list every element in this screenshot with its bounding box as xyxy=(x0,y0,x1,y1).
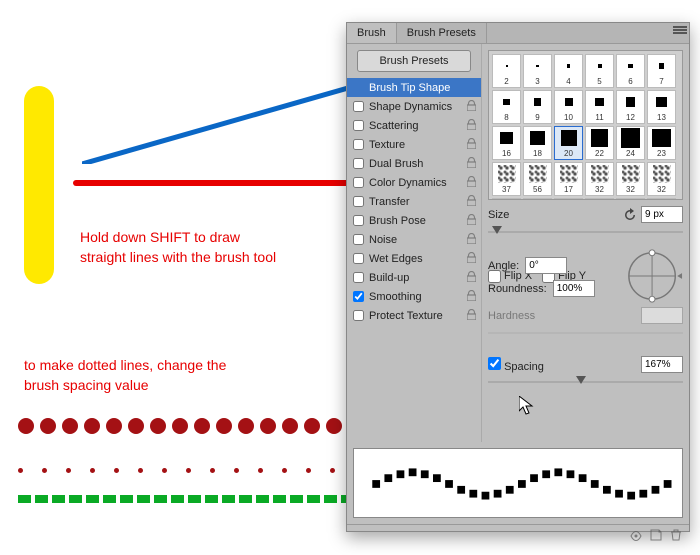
option-texture[interactable]: Texture xyxy=(347,135,481,154)
brush-options-sidebar: Brush Presets Brush Tip ShapeShape Dynam… xyxy=(347,44,482,442)
stroke-preview xyxy=(353,448,683,518)
option-smoothing[interactable]: Smoothing xyxy=(347,287,481,306)
lock-icon[interactable] xyxy=(467,309,476,320)
brush-thumb[interactable]: 3 xyxy=(523,54,552,88)
option-dual-brush[interactable]: Dual Brush xyxy=(347,154,481,173)
brush-thumb[interactable]: 32 xyxy=(647,162,676,196)
option-transfer[interactable]: Transfer xyxy=(347,192,481,211)
option-wet-edges[interactable]: Wet Edges xyxy=(347,249,481,268)
reset-size-icon[interactable] xyxy=(623,208,637,222)
note-spacing: to make dotted lines, change the brush s… xyxy=(24,356,226,395)
brush-thumb[interactable]: 37 xyxy=(492,162,521,196)
brush-thumb[interactable]: 4 xyxy=(554,54,583,88)
hardness-slider xyxy=(488,326,683,340)
angle-label: Angle: xyxy=(488,260,519,272)
brush-thumb[interactable]: 14 xyxy=(523,198,552,200)
option-brush-pose[interactable]: Brush Pose xyxy=(347,211,481,230)
brush-thumb[interactable]: 17 xyxy=(554,162,583,196)
lock-icon[interactable] xyxy=(467,271,476,282)
new-preset-icon[interactable] xyxy=(649,528,663,542)
brush-thumb[interactable]: 32 xyxy=(585,162,614,196)
lock-icon[interactable] xyxy=(467,252,476,263)
angle-field[interactable] xyxy=(525,257,567,274)
brush-thumb[interactable]: 23 xyxy=(647,126,676,160)
brush-panel: Brush Brush Presets Brush Presets Brush … xyxy=(346,22,690,532)
option-scattering[interactable]: Scattering xyxy=(347,116,481,135)
brush-thumb[interactable]: 24 xyxy=(554,198,583,200)
brush-thumb[interactable]: 8 xyxy=(492,90,521,124)
brush-thumb[interactable]: 32 xyxy=(616,162,645,196)
spacing-checkbox[interactable]: Spacing xyxy=(488,357,544,373)
brush-thumb[interactable]: 18 xyxy=(523,126,552,160)
brush-thumb[interactable]: 56 xyxy=(523,162,552,196)
trash-icon[interactable] xyxy=(669,528,683,542)
option-shape-dynamics[interactable]: Shape Dynamics xyxy=(347,97,481,116)
brush-thumbnail-grid[interactable]: 2345678910111213161820222423375617323232… xyxy=(488,50,683,200)
lock-icon[interactable] xyxy=(467,100,476,111)
angle-roundness-dial[interactable] xyxy=(625,247,683,305)
option-color-dynamics[interactable]: Color Dynamics xyxy=(347,173,481,192)
lock-icon[interactable] xyxy=(467,119,476,130)
size-slider[interactable] xyxy=(488,225,683,239)
lock-icon[interactable] xyxy=(467,290,476,301)
option-protect-texture[interactable]: Protect Texture xyxy=(347,306,481,325)
panel-menu-icon[interactable] xyxy=(673,25,687,37)
lock-icon[interactable] xyxy=(467,157,476,168)
lock-icon[interactable] xyxy=(467,233,476,244)
brush-thumb[interactable]: 11 xyxy=(585,90,614,124)
red-dots-large xyxy=(18,418,370,439)
brush-thumb[interactable]: 5 xyxy=(585,54,614,88)
tab-brush-presets[interactable]: Brush Presets xyxy=(397,23,487,43)
panel-footer xyxy=(347,524,689,544)
brush-presets-button[interactable]: Brush Presets xyxy=(357,50,471,72)
yellow-stroke xyxy=(24,86,54,284)
option-noise[interactable]: Noise xyxy=(347,230,481,249)
lock-icon[interactable] xyxy=(467,138,476,149)
brush-thumb[interactable]: 6 xyxy=(616,54,645,88)
brush-thumb[interactable]: 2 xyxy=(492,54,521,88)
option-list: Brush Tip ShapeShape DynamicsScatteringT… xyxy=(347,78,481,325)
lock-icon[interactable] xyxy=(467,214,476,225)
brush-thumb[interactable]: 16 xyxy=(492,126,521,160)
brush-thumb[interactable]: 13 xyxy=(647,90,676,124)
brush-thumb[interactable]: 22 xyxy=(585,126,614,160)
size-field[interactable] xyxy=(641,206,683,223)
tab-brush[interactable]: Brush xyxy=(347,23,397,43)
note-shift: Hold down SHIFT to draw straight lines w… xyxy=(80,228,276,267)
brush-thumb[interactable]: 9 xyxy=(523,90,552,124)
brush-thumb[interactable]: 25 xyxy=(492,198,521,200)
cursor-arrow-icon xyxy=(519,396,535,416)
brush-thumb[interactable]: 10 xyxy=(554,90,583,124)
brush-thumb[interactable]: 20 xyxy=(554,126,583,160)
red-horizontal-line xyxy=(73,180,363,186)
green-dashes xyxy=(18,490,375,508)
panel-tabs: Brush Brush Presets xyxy=(347,23,689,44)
spacing-field[interactable] xyxy=(641,356,683,373)
option-build-up[interactable]: Build-up xyxy=(347,268,481,287)
brush-thumb[interactable]: 39 xyxy=(616,198,645,200)
hardness-field xyxy=(641,307,683,324)
toggle-preview-icon[interactable] xyxy=(629,528,643,542)
brush-thumb[interactable]: 46 xyxy=(647,198,676,200)
brush-thumb[interactable]: 24 xyxy=(616,126,645,160)
roundness-field[interactable] xyxy=(553,280,595,297)
hardness-label: Hardness xyxy=(488,310,535,322)
brush-thumb[interactable]: 7 xyxy=(647,54,676,88)
red-dots-small xyxy=(18,460,378,478)
option-brush-tip-shape[interactable]: Brush Tip Shape xyxy=(347,78,481,97)
blue-diagonal-line xyxy=(82,84,362,164)
lock-icon[interactable] xyxy=(467,176,476,187)
roundness-label: Roundness: xyxy=(488,283,547,295)
lock-icon[interactable] xyxy=(467,195,476,206)
size-label: Size xyxy=(488,209,509,221)
brush-thumb[interactable]: 27 xyxy=(585,198,614,200)
brush-thumb[interactable]: 12 xyxy=(616,90,645,124)
spacing-slider[interactable] xyxy=(488,375,683,389)
